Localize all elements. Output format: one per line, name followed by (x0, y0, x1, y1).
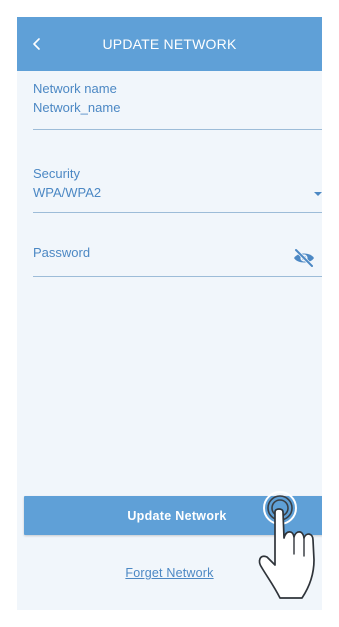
app-header: UPDATE NETWORK (17, 17, 322, 71)
forget-network-link[interactable]: Forget Network (17, 566, 322, 580)
app-screen: UPDATE NETWORK Network name Network_name… (17, 17, 322, 610)
network-name-value[interactable]: Network_name (33, 100, 322, 116)
password-field[interactable]: Password (33, 245, 322, 277)
page-title: UPDATE NETWORK (102, 36, 237, 52)
network-name-field[interactable]: Network name Network_name (33, 81, 322, 130)
security-value[interactable]: WPA/WPA2 (33, 185, 322, 201)
network-name-label: Network name (33, 81, 117, 96)
update-network-button[interactable]: Update Network (24, 496, 322, 535)
password-placeholder[interactable]: Password (33, 245, 322, 261)
security-select[interactable]: Security WPA/WPA2 (33, 166, 322, 213)
eye-off-icon[interactable] (292, 248, 316, 268)
security-label: Security (33, 166, 80, 181)
dropdown-caret-icon[interactable] (314, 192, 322, 196)
